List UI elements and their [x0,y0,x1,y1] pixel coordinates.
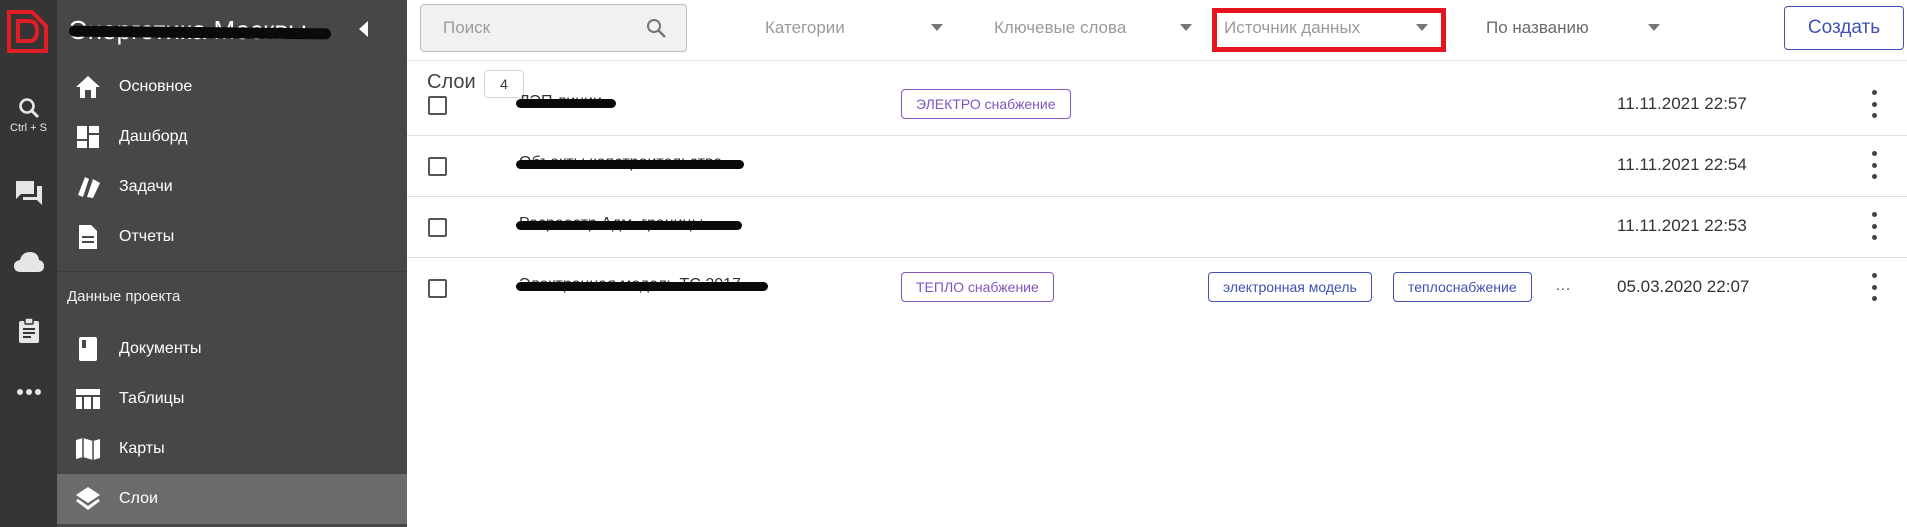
sidebar-item-label: Карты [119,440,165,457]
toolbar: Категории Ключевые слова Источник данных… [407,0,1907,61]
chat-icon [15,181,42,205]
table-row[interactable]: Электронная модель ТС 2017 ТЕПЛО снабжен… [407,257,1907,318]
project-title[interactable]: Энергетика Москвы [69,10,339,50]
sidebar-item-tasks[interactable]: Задачи [57,162,407,212]
sidebar-item-reports[interactable]: Отчеты [57,212,407,262]
cloud-icon [13,252,44,272]
category-chip[interactable]: ТЕПЛО снабжение [901,272,1054,302]
sidebar-item-label: Задачи [119,178,173,195]
redaction-mark [516,221,742,230]
search-icon[interactable] [646,18,666,38]
dashboard-icon [73,122,103,152]
row-checkbox[interactable] [428,157,447,176]
sidebar-item-label: Дашборд [119,128,188,145]
search-input[interactable] [441,17,645,39]
row-date: 11.11.2021 22:57 [1617,94,1747,113]
home-icon [73,72,103,102]
row-more-menu-icon[interactable] [1867,151,1881,179]
search-icon [18,98,39,119]
category-chip[interactable]: ЭЛЕКТРО снабжение [901,89,1071,119]
rail-chat-button[interactable] [0,180,57,206]
sidebar-item-dashboard[interactable]: Дашборд [57,112,407,162]
sidebar: Энергетика Москвы Основное Дашборд Задач… [57,0,407,527]
more-tags-indicator[interactable]: … [1555,277,1571,295]
table-row[interactable]: ЛЭП линии ЭЛЕКТРО снабжение 11.11.2021 2… [407,74,1907,136]
rail-clipboard-button[interactable] [0,318,57,344]
collapse-sidebar-icon[interactable] [356,20,372,38]
map-icon [73,434,103,464]
row-checkbox[interactable] [428,279,447,298]
search-box [420,4,687,52]
sort-dropdown-label: По названию [1486,18,1589,37]
book-icon [73,334,103,364]
chevron-down-icon [1180,24,1192,31]
sidebar-item-layers[interactable]: Слои [57,474,407,524]
more-icon [16,389,41,395]
redaction-mark [516,160,744,169]
row-date: 11.11.2021 22:53 [1617,216,1747,235]
row-date: 05.03.2020 22:07 [1617,277,1750,296]
sidebar-item-label: Основное [119,78,193,95]
report-icon [73,222,103,252]
search-shortcut-hint: Ctrl + S [10,122,47,134]
table-icon [73,384,103,414]
data-source-dropdown[interactable]: Источник данных [1224,10,1428,46]
sidebar-item-documents[interactable]: Документы [57,324,407,374]
row-checkbox[interactable] [428,218,447,237]
rail-cloud-button[interactable] [0,251,57,273]
table-row[interactable]: Росреестр Адм. границы 11.11.2021 22:53 [407,196,1907,258]
categories-dropdown[interactable]: Категории [765,10,943,46]
app-logo-icon[interactable] [4,9,49,54]
sidebar-divider [57,271,407,272]
sidebar-section-label: Данные проекта [67,288,181,305]
tasks-icon [73,172,103,202]
sidebar-item-label: Слои [119,490,158,507]
sidebar-item-label: Таблицы [119,390,185,407]
layer-name[interactable]: ЛЭП линии [516,93,616,111]
sidebar-item-maps[interactable]: Карты [57,424,407,474]
sidebar-item-main[interactable]: Основное [57,62,407,112]
row-checkbox[interactable] [428,96,447,115]
chevron-down-icon [1416,24,1428,31]
redaction-mark [516,282,768,291]
keyword-tag[interactable]: электронная модель [1208,272,1372,302]
row-more-menu-icon[interactable] [1867,273,1881,301]
row-date: 11.11.2021 22:54 [1617,155,1747,174]
categories-dropdown-label: Категории [765,18,845,37]
sidebar-item-label: Отчеты [119,228,175,245]
create-button[interactable]: Создать [1784,6,1904,50]
chevron-down-icon [1648,24,1660,31]
chevron-down-icon [931,24,943,31]
rail-more-button[interactable] [0,388,57,396]
keyword-tag[interactable]: теплоснабжение [1393,272,1532,302]
table-row[interactable]: Объекты капстроительства 11.11.2021 22:5… [407,135,1907,197]
layer-name[interactable]: Росреестр Адм. границы [516,215,742,233]
keywords-dropdown[interactable]: Ключевые слова [994,10,1192,46]
sidebar-item-tables[interactable]: Таблицы [57,374,407,424]
keywords-dropdown-label: Ключевые слова [994,18,1127,37]
icon-rail: Ctrl + S [0,0,57,527]
data-source-dropdown-label: Источник данных [1224,18,1361,37]
layer-name[interactable]: Объекты капстроительства [516,154,744,172]
redaction-mark [516,99,616,108]
sort-dropdown[interactable]: По названию [1486,10,1660,46]
sidebar-item-label: Документы [119,340,202,357]
layer-name[interactable]: Электронная модель ТС 2017 [516,276,768,294]
layers-icon [73,484,103,514]
rail-search-button[interactable]: Ctrl + S [0,96,57,134]
row-more-menu-icon[interactable] [1867,90,1881,118]
row-more-menu-icon[interactable] [1867,212,1881,240]
clipboard-icon [18,318,39,343]
